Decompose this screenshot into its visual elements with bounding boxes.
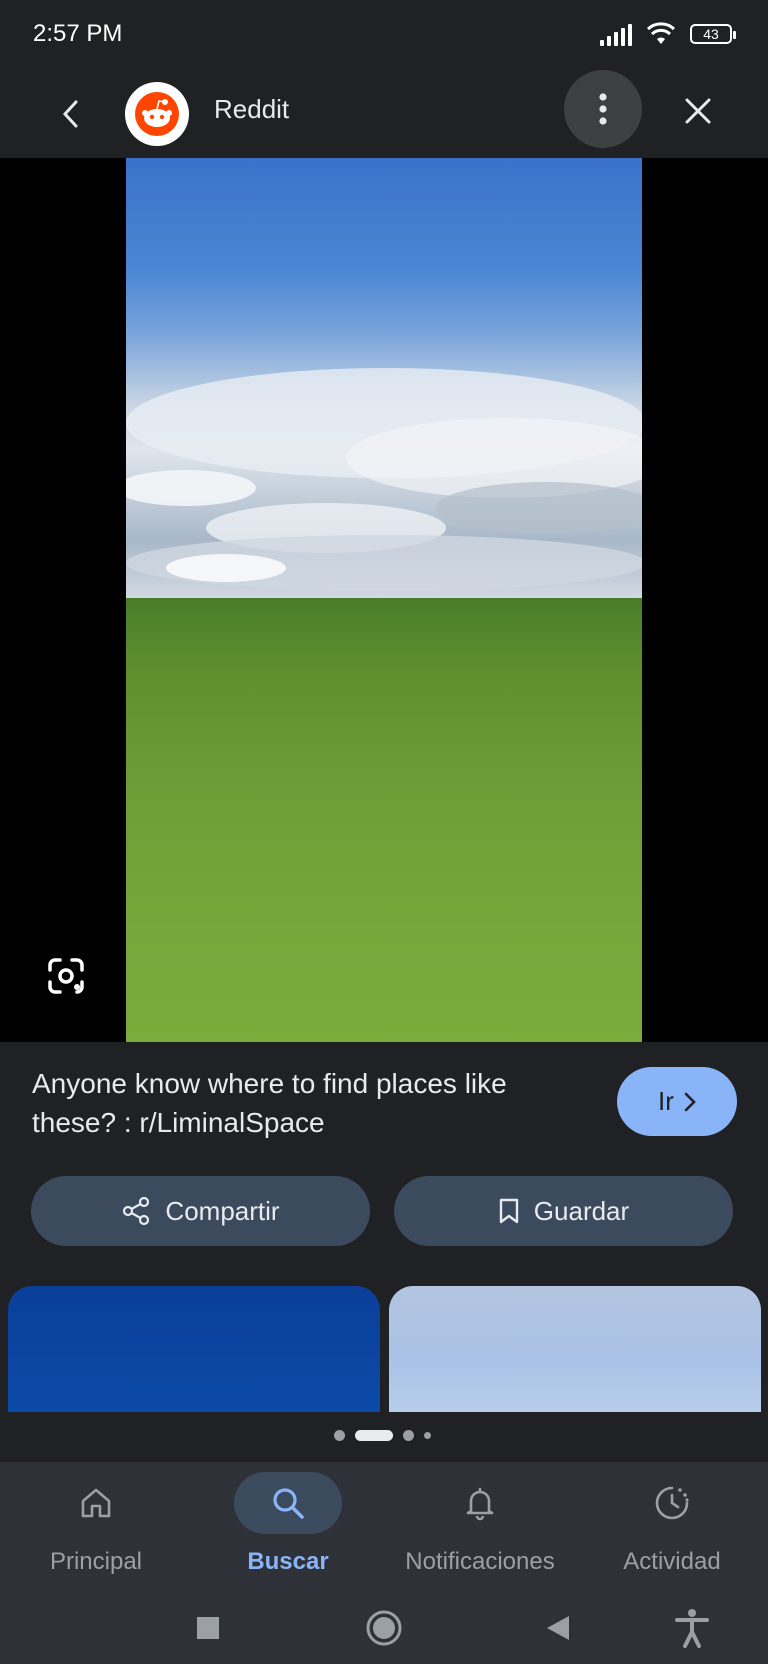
go-button[interactable]: Ir	[617, 1067, 737, 1136]
go-label: Ir	[658, 1086, 674, 1116]
lens-button[interactable]	[44, 954, 88, 998]
battery-icon: 43	[690, 24, 736, 44]
status-icons: 43	[600, 22, 736, 46]
more-vert-icon	[599, 93, 607, 125]
status-time: 2:57 PM	[33, 20, 123, 47]
home-icon	[42, 1472, 150, 1534]
chevron-left-icon	[62, 100, 78, 128]
save-label: Guardar	[533, 1195, 630, 1226]
bottom-navigation: Principal Buscar Notificaciones Activida…	[0, 1462, 768, 1590]
image-sky	[126, 158, 642, 608]
back-button[interactable]	[48, 92, 92, 136]
site-name[interactable]: Reddit	[214, 94, 289, 125]
accessibility-icon	[675, 1609, 709, 1648]
pager-dot	[334, 1430, 345, 1441]
share-icon	[123, 1196, 150, 1226]
battery-level: 43	[703, 26, 719, 42]
related-image-thumbnail[interactable]	[389, 1286, 761, 1412]
result-title[interactable]: Anyone know where to find places like th…	[32, 1064, 592, 1142]
home-button[interactable]	[362, 1606, 406, 1650]
close-button[interactable]	[675, 88, 721, 134]
wifi-icon	[646, 22, 676, 44]
pager-dot-active	[355, 1430, 393, 1441]
chevron-right-icon	[684, 1092, 696, 1111]
top-bar: Reddit	[0, 70, 768, 158]
status-bar: 2:57 PM 43	[0, 0, 768, 70]
close-icon	[685, 98, 711, 124]
accessibility-button[interactable]	[670, 1606, 714, 1650]
recents-button[interactable]	[186, 1606, 230, 1650]
more-options-button[interactable]	[564, 70, 642, 148]
reddit-logo-icon	[125, 82, 189, 146]
circle-icon	[366, 1610, 402, 1646]
nav-label: Principal	[49, 1548, 143, 1575]
nav-label: Buscar	[247, 1548, 329, 1575]
signal-icon	[600, 22, 632, 46]
related-image-thumbnail[interactable]	[8, 1286, 380, 1412]
share-label: Compartir	[165, 1195, 280, 1226]
google-lens-icon	[48, 958, 84, 994]
pager-dot	[403, 1430, 414, 1441]
result-image[interactable]	[126, 158, 642, 1042]
image-viewer[interactable]	[0, 158, 768, 1042]
system-back-button[interactable]	[536, 1606, 580, 1650]
search-icon	[234, 1472, 342, 1534]
system-navigation-bar	[0, 1590, 768, 1664]
bookmark-icon	[499, 1198, 518, 1224]
nav-item-actividad[interactable]: Actividad	[576, 1472, 768, 1582]
pager-dot	[424, 1432, 431, 1439]
nav-item-principal[interactable]: Principal	[0, 1472, 192, 1582]
triangle-back-icon	[547, 1616, 569, 1640]
history-icon	[618, 1472, 726, 1534]
nav-item-buscar[interactable]: Buscar	[192, 1472, 384, 1582]
nav-item-notificaciones[interactable]: Notificaciones	[384, 1472, 576, 1582]
bell-icon	[426, 1472, 534, 1534]
save-button[interactable]: Guardar	[394, 1176, 733, 1246]
nav-label: Notificaciones	[405, 1548, 555, 1575]
share-button[interactable]: Compartir	[31, 1176, 370, 1246]
nav-label: Actividad	[623, 1548, 721, 1575]
square-icon	[197, 1617, 219, 1639]
image-grass	[126, 598, 642, 1042]
carousel-pager	[334, 1430, 431, 1441]
